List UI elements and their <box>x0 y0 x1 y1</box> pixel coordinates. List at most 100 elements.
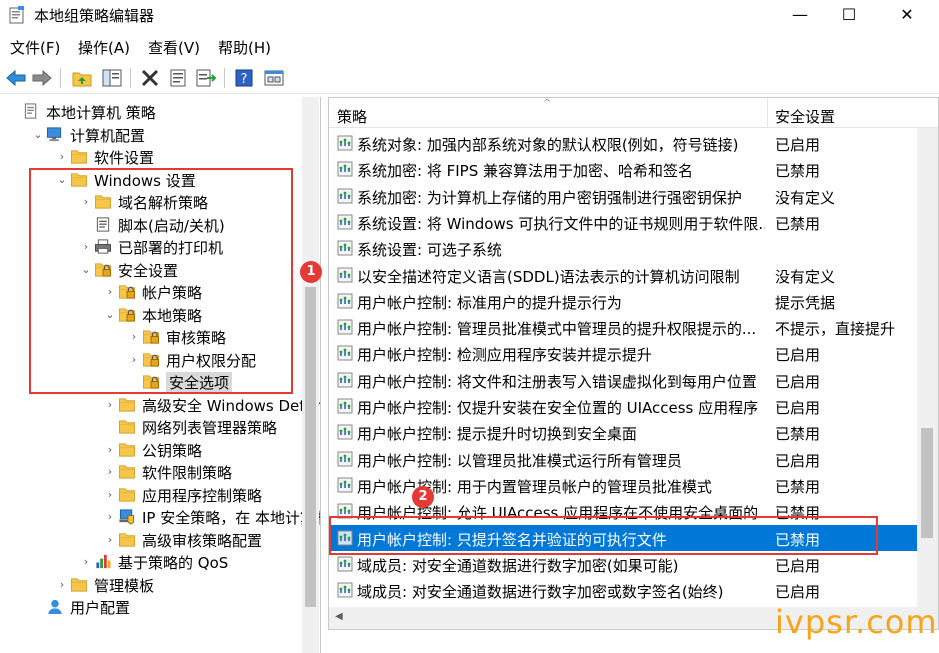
policy-row[interactable]: 用户帐户控制: 将文件和注册表写入错误虚拟化到每用户位置 已启用 <box>329 367 917 393</box>
tree-node-label: 脚本(启动/关机) <box>118 216 225 235</box>
tree-node[interactable]: 安全选项 <box>0 371 302 393</box>
tree-scroll-thumb[interactable] <box>305 287 316 607</box>
tree-node[interactable]: › 高级安全 Windows Defender 防火墙 <box>0 394 320 416</box>
console-tree-pane[interactable]: 用户配置 › 管理模板 › 基于策略的 QoS › 高级审核策略配置 › IP 安全策略，在 本… <box>0 97 321 653</box>
tree-node[interactable]: › IP 安全策略，在 本地计算机 <box>0 506 320 528</box>
ip-security-icon <box>119 509 135 525</box>
policy-row[interactable]: 系统加密: 为计算机上存储的用户密钥强制进行强密钥保护 没有定义 <box>329 183 917 209</box>
chevron-right-icon[interactable]: › <box>128 353 140 367</box>
chevron-down-icon[interactable]: ⌄ <box>56 173 68 187</box>
export-list-icon[interactable] <box>194 66 218 90</box>
policy-setting-icon <box>337 424 353 440</box>
tree-node[interactable]: › 基于策略的 QoS <box>0 551 302 573</box>
policy-row[interactable]: 用户帐户控制: 管理员批准模式中管理员的提升权限提示的... 不提示，直接提升 <box>329 314 917 340</box>
tree-node[interactable]: 脚本(启动/关机) <box>0 214 302 236</box>
policy-row[interactable]: 系统对象: 加强内部系统对象的默认权限(例如，符号链接) 已启用 <box>329 130 917 156</box>
chevron-right-icon[interactable]: › <box>80 195 92 209</box>
watermark-text: ivpsr.com <box>775 603 938 641</box>
tree-node[interactable]: › 应用程序控制策略 <box>0 484 302 506</box>
chevron-down-icon[interactable]: ⌄ <box>32 128 44 142</box>
close-button[interactable]: ✕ <box>884 0 930 30</box>
help-icon[interactable]: ? <box>232 66 256 90</box>
tree-node[interactable]: 本地计算机 策略 <box>0 101 302 123</box>
chevron-right-icon[interactable]: › <box>128 330 140 344</box>
tree-vertical-scrollbar[interactable] <box>302 97 319 653</box>
chevron-right-icon[interactable]: › <box>56 150 68 164</box>
tree-node[interactable]: › 公钥策略 <box>0 439 302 461</box>
up-folder-icon[interactable] <box>70 66 94 90</box>
chevron-down-icon[interactable]: ⌄ <box>80 263 92 277</box>
tree-node[interactable]: ⌄ 本地策略 <box>0 304 302 326</box>
policy-row[interactable]: 用户帐户控制: 检测应用程序安装并提示提升 已启用 <box>329 340 917 366</box>
policy-row[interactable]: 系统设置: 可选子系统 <box>329 235 917 261</box>
maximize-button[interactable]: ☐ <box>826 0 872 30</box>
policy-setting-icon <box>337 319 353 335</box>
list-scroll-thumb[interactable] <box>921 428 933 538</box>
chevron-right-icon[interactable]: › <box>104 465 116 479</box>
tree-node[interactable]: › 用户权限分配 <box>0 349 302 371</box>
tree-node[interactable]: › 软件设置 <box>0 146 302 168</box>
tree-node[interactable]: › 审核策略 <box>0 326 302 348</box>
tree-node-label: 用户配置 <box>70 599 131 617</box>
chevron-right-icon[interactable]: › <box>104 488 116 502</box>
tree-node[interactable]: ⌄ Windows 设置 <box>0 169 302 191</box>
policy-setting-value: 提示凭据 <box>775 293 836 312</box>
policy-row[interactable]: 用户帐户控制: 标准用户的提升提示行为 提示凭据 <box>329 288 917 314</box>
policy-name: 系统加密: 为计算机上存储的用户密钥强制进行强密钥保护 <box>357 188 742 207</box>
policy-setting-icon <box>337 214 353 230</box>
policy-setting-value: 已禁用 <box>775 162 821 181</box>
menu-view[interactable]: 查看(V) <box>148 37 200 58</box>
properties-icon[interactable] <box>166 66 190 90</box>
tree-node[interactable]: › 域名解析策略 <box>0 191 302 213</box>
annotation-badge-1: 1 <box>300 261 322 283</box>
filter-view-icon[interactable] <box>262 66 286 90</box>
minimize-button[interactable]: — <box>777 0 823 30</box>
column-divider[interactable] <box>767 98 768 128</box>
list-vertical-scrollbar[interactable] <box>917 128 938 629</box>
chevron-right-icon[interactable]: › <box>104 533 116 547</box>
policy-list-pane[interactable]: ^ 策略 安全设置 系统对象: 加强内部系统对象的默认权限(例如，符号链接) 已启… <box>328 97 939 630</box>
menu-action[interactable]: 操作(A) <box>78 37 130 58</box>
menu-file[interactable]: 文件(F) <box>10 37 60 58</box>
chevron-right-icon[interactable]: › <box>104 398 116 412</box>
policy-setting-icon <box>337 293 353 309</box>
chevron-right-icon[interactable]: › <box>104 443 116 457</box>
chevron-right-icon[interactable]: › <box>80 240 92 254</box>
chevron-down-icon[interactable]: ⌄ <box>104 308 116 322</box>
policy-setting-icon <box>337 188 353 204</box>
tree-node[interactable]: 网络列表管理器策略 <box>0 416 302 438</box>
menu-help[interactable]: 帮助(H) <box>218 37 271 58</box>
policy-row[interactable]: 域成员: 对安全通道数据进行数字加密或数字签名(始终) 已启用 <box>329 577 917 603</box>
policy-row[interactable]: 用户帐户控制: 以管理员批准模式运行所有管理员 已启用 <box>329 446 917 472</box>
policy-row[interactable]: 用户帐户控制: 提示提升时切换到安全桌面 已禁用 <box>329 419 917 445</box>
policy-row[interactable]: 域成员: 对安全通道数据进行数字加密(如果可能) 已启用 <box>329 551 917 577</box>
chevron-right-icon[interactable]: › <box>80 555 92 569</box>
policy-row[interactable]: 以安全描述符定义语言(SDDL)语法表示的计算机访问限制 没有定义 <box>329 262 917 288</box>
chevron-right-icon[interactable]: › <box>104 285 116 299</box>
policy-row[interactable]: 用户帐户控制: 仅提升安装在安全位置的 UIAccess 应用程序 已启用 <box>329 393 917 419</box>
scroll-left-arrow-icon[interactable]: ◀ <box>335 611 343 622</box>
policy-setting-value: 已禁用 <box>775 425 821 444</box>
policy-row[interactable]: 系统加密: 将 FIPS 兼容算法用于加密、哈希和签名 已禁用 <box>329 156 917 182</box>
tree-node[interactable]: › 帐户策略 <box>0 281 302 303</box>
back-arrow-icon[interactable] <box>4 66 28 90</box>
forward-arrow-icon[interactable] <box>30 66 54 90</box>
tree-node[interactable]: › 高级审核策略配置 <box>0 529 302 551</box>
policy-setting-value: 已启用 <box>775 346 821 365</box>
policy-row-selected[interactable]: 用户帐户控制: 只提升签名并验证的可执行文件 已禁用 <box>329 524 917 551</box>
tree-node[interactable]: › 已部署的打印机 <box>0 236 302 258</box>
tree-node[interactable]: ⌄ 计算机配置 <box>0 124 302 146</box>
chevron-right-icon[interactable]: › <box>56 578 68 592</box>
chevron-right-icon[interactable]: › <box>104 510 116 524</box>
show-hide-tree-icon[interactable] <box>100 66 124 90</box>
column-header-setting[interactable]: 安全设置 <box>775 106 835 127</box>
delete-x-icon[interactable] <box>138 66 162 90</box>
computer-config-icon <box>46 126 62 141</box>
tree-node[interactable]: 用户配置 <box>0 596 302 618</box>
security-folder-icon <box>118 307 136 322</box>
tree-node[interactable]: › 管理模板 <box>0 574 302 596</box>
column-header-policy[interactable]: 策略 <box>337 106 367 127</box>
tree-node[interactable]: ⌄ 安全设置 <box>0 259 302 281</box>
tree-node[interactable]: › 软件限制策略 <box>0 461 302 483</box>
policy-row[interactable]: 系统设置: 将 Windows 可执行文件中的证书规则用于软件限... 已禁用 <box>329 209 917 235</box>
